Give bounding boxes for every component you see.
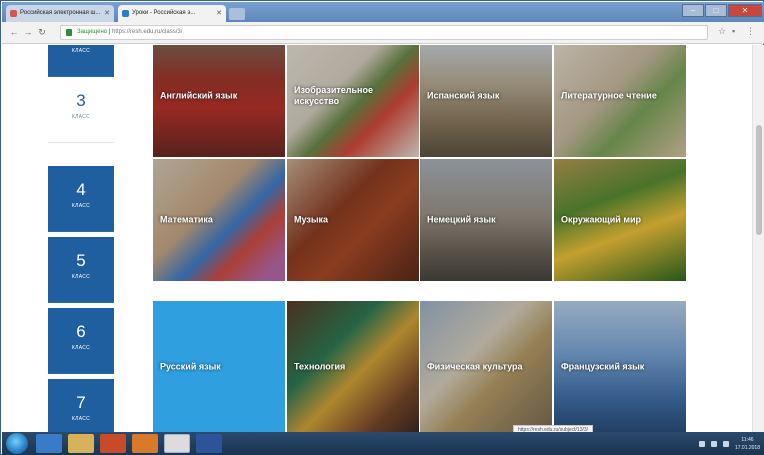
secure-label: Защищено bbox=[77, 29, 108, 35]
subject-title: Русский язык bbox=[160, 361, 221, 371]
subject-tile-pe[interactable]: Физическая культура bbox=[420, 301, 552, 432]
extension-icon[interactable]: ▪ bbox=[732, 26, 735, 36]
tab-title: Уроки - Российская э... bbox=[132, 10, 196, 16]
subject-tile-russian[interactable]: Русский язык bbox=[153, 301, 285, 432]
browser-tab-1[interactable]: Российская электронная ш... ✕ bbox=[6, 5, 114, 22]
maximize-icon[interactable]: □ bbox=[705, 4, 727, 17]
grade-item-2[interactable]: 2 класс bbox=[48, 45, 114, 77]
subject-title: Математика bbox=[160, 214, 213, 225]
tab-title: Российская электронная ш... bbox=[20, 10, 101, 16]
subject-title: Английский язык bbox=[160, 90, 238, 101]
menu-icon[interactable]: ⋮ bbox=[746, 26, 755, 37]
grade-label: класс bbox=[71, 48, 91, 54]
subject-title: Литературное чтение bbox=[561, 90, 657, 101]
language-icon[interactable] bbox=[698, 440, 705, 447]
grade-number: 4 bbox=[76, 180, 86, 199]
vertical-scrollbar[interactable] bbox=[752, 45, 764, 432]
close-window-icon[interactable]: ✕ bbox=[728, 4, 762, 17]
grade-label: класс bbox=[71, 114, 91, 120]
browser-toolbar: ← → ↻ Защищено | https://resh.edu.ru/cla… bbox=[2, 22, 764, 44]
grade-item-5[interactable]: 5 класс bbox=[48, 237, 114, 303]
close-tab-icon[interactable]: ✕ bbox=[216, 5, 222, 22]
site-favicon-icon bbox=[10, 10, 17, 17]
page-viewport: 2 класс 3 класс 4 класс 5 класс 6 класс … bbox=[2, 45, 752, 432]
grade-label: класс bbox=[71, 274, 91, 280]
subject-tile-music[interactable]: Музыка bbox=[287, 159, 419, 281]
subject-tile-art[interactable]: Изобразительное искусство bbox=[287, 45, 419, 157]
window-controls: – □ ✕ bbox=[682, 4, 762, 18]
grade-number: 7 bbox=[76, 393, 86, 412]
address-bar[interactable]: Защищено | https://resh.edu.ru/class/3/ bbox=[60, 25, 708, 40]
subject-title: Изобразительное искусство bbox=[294, 85, 373, 106]
subject-tile-english[interactable]: Английский язык bbox=[153, 45, 285, 157]
subject-title: Музыка bbox=[294, 214, 329, 225]
browser-tab-strip: Российская электронная ш... ✕ Уроки - Ро… bbox=[2, 2, 764, 22]
site-favicon-icon bbox=[122, 10, 129, 17]
subject-tile-world[interactable]: Окружающий мир bbox=[554, 159, 686, 281]
clock-date: 17.01.2018 bbox=[734, 444, 760, 451]
grade-item-3[interactable]: 3 класс bbox=[48, 77, 114, 143]
subject-title: Физическая культура bbox=[427, 361, 523, 371]
grade-number: 3 bbox=[76, 91, 86, 110]
back-arrow-icon[interactable]: ← bbox=[8, 26, 20, 38]
close-tab-icon[interactable]: ✕ bbox=[104, 5, 110, 22]
subjects-grid: Английский язык Изобразительное искусств… bbox=[153, 45, 686, 432]
new-tab-button[interactable] bbox=[229, 8, 245, 20]
volume-icon[interactable] bbox=[722, 440, 729, 447]
grade-item-6[interactable]: 6 класс bbox=[48, 308, 114, 374]
grade-label: класс bbox=[71, 345, 91, 351]
grade-number: 6 bbox=[76, 322, 86, 341]
subject-title: Французский язык bbox=[561, 361, 645, 371]
grade-item-7[interactable]: 7 класс bbox=[48, 379, 114, 432]
grade-label: класс bbox=[71, 203, 91, 209]
firefox-icon[interactable] bbox=[132, 434, 158, 453]
ie-icon[interactable] bbox=[36, 434, 62, 453]
browser-tab-2[interactable]: Уроки - Российская э... ✕ bbox=[118, 5, 226, 22]
subject-tile-french[interactable]: Французский язык bbox=[554, 301, 686, 432]
minimize-icon[interactable]: – bbox=[682, 4, 704, 17]
screen: Российская электронная ш... ✕ Уроки - Ро… bbox=[0, 0, 764, 455]
scrollbar-thumb[interactable] bbox=[756, 125, 762, 235]
lock-icon bbox=[66, 29, 72, 36]
grade-item-4[interactable]: 4 класс bbox=[48, 166, 114, 232]
subject-tile-german[interactable]: Немецкий язык bbox=[420, 159, 552, 281]
chrome-icon[interactable] bbox=[164, 434, 190, 453]
subject-tile-math[interactable]: Математика bbox=[153, 159, 285, 281]
subject-tile-spanish[interactable]: Испанский язык bbox=[420, 45, 552, 157]
subject-tile-literature[interactable]: Литературное чтение bbox=[554, 45, 686, 157]
subject-title: Технология bbox=[294, 361, 346, 371]
forward-arrow-icon[interactable]: → bbox=[22, 26, 34, 38]
reload-icon[interactable]: ↻ bbox=[36, 26, 48, 38]
url-text: https://resh.edu.ru/class/3/ bbox=[112, 29, 183, 35]
bookmark-star-icon[interactable]: ☆ bbox=[718, 26, 726, 37]
subject-tile-tech[interactable]: Технология bbox=[287, 301, 419, 432]
subject-title: Окружающий мир bbox=[561, 214, 642, 225]
media-player-icon[interactable] bbox=[100, 434, 126, 453]
subject-title: Испанский язык bbox=[427, 90, 500, 101]
clock[interactable]: 11:46 17.01.2018 bbox=[735, 436, 760, 452]
clock-time: 11:46 bbox=[741, 436, 754, 443]
network-icon[interactable] bbox=[710, 440, 717, 447]
grade-label: класс bbox=[71, 416, 91, 422]
word-icon[interactable] bbox=[196, 434, 222, 453]
folder-icon[interactable] bbox=[68, 434, 94, 453]
start-button[interactable] bbox=[6, 433, 28, 454]
system-tray: 11:46 17.01.2018 bbox=[698, 432, 760, 455]
subject-title: Немецкий язык bbox=[427, 214, 496, 225]
grade-sidebar: 2 класс 3 класс 4 класс 5 класс 6 класс … bbox=[48, 45, 114, 432]
grade-number: 5 bbox=[76, 251, 86, 270]
taskbar: 11:46 17.01.2018 bbox=[2, 432, 764, 455]
